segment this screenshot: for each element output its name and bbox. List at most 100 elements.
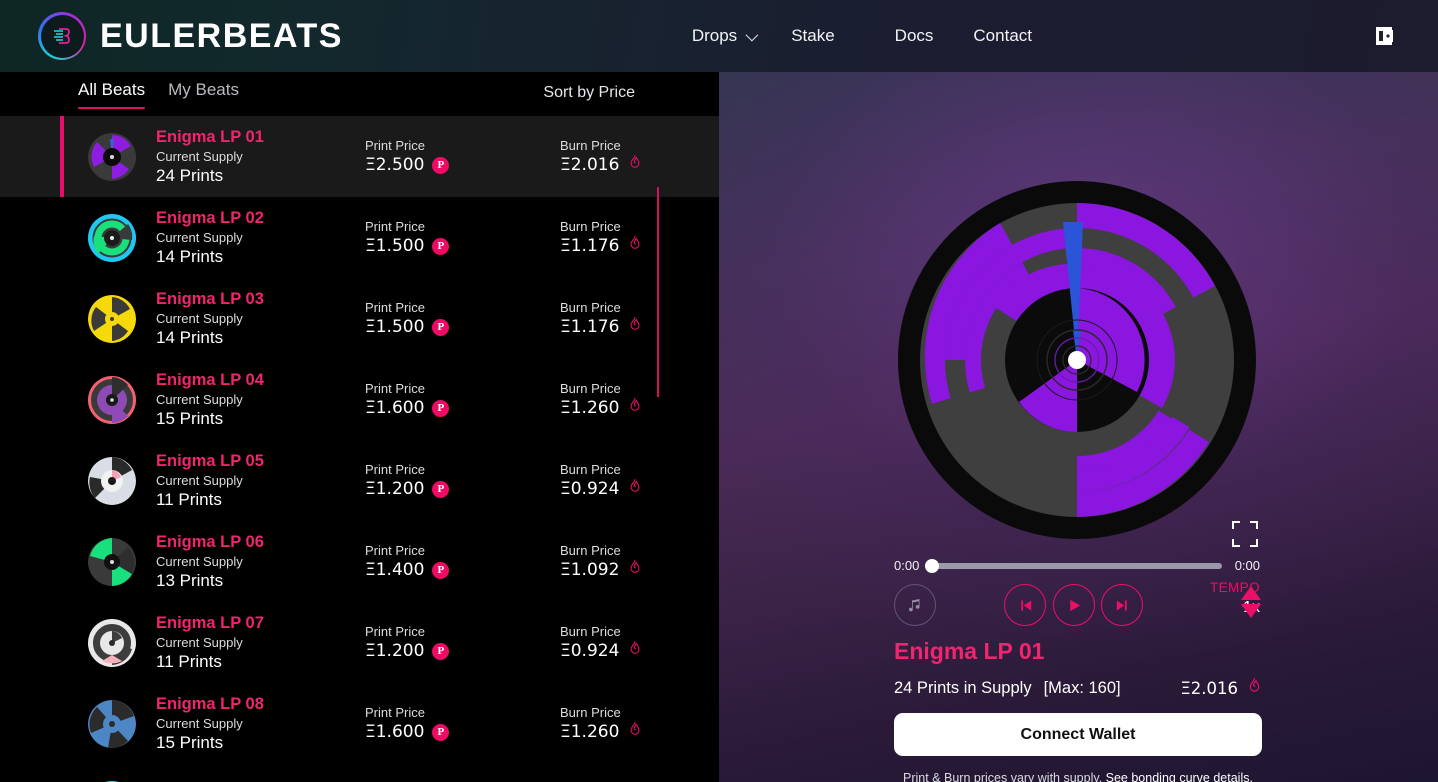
- fullscreen-icon[interactable]: [1230, 519, 1260, 549]
- supply-label: Current Supply: [156, 229, 243, 245]
- supply-max: [Max: 160]: [1043, 678, 1121, 697]
- table-row[interactable]: Enigma LP 01 Current Supply 24 Prints Pr…: [0, 116, 719, 197]
- album-art-icon: [88, 294, 136, 343]
- play-glyph: [1069, 599, 1080, 611]
- nav-item-drops[interactable]: Drops: [691, 26, 759, 46]
- row-main: Enigma LP 04 Current Supply 15 Prints: [156, 370, 356, 430]
- skip-previous-icon[interactable]: [1004, 584, 1046, 626]
- burn-price-value: Ξ1.260: [560, 397, 642, 419]
- row-main: Enigma LP 08 Current Supply 15 Prints: [156, 694, 356, 754]
- burn-price-cell: Burn Price Ξ1.260: [560, 704, 642, 743]
- album-art-icon: [88, 213, 136, 262]
- tab-my-beats-label: My Beats: [168, 80, 239, 99]
- flame-glyph: [1249, 677, 1260, 692]
- print-price-cell: Print Price Ξ1.600 P: [365, 380, 450, 419]
- beat-title: Enigma LP 02: [156, 208, 264, 227]
- row-main: Enigma LP 06 Current Supply 13 Prints: [156, 532, 356, 592]
- flame-icon: [628, 559, 642, 581]
- total-time: 0:00: [1234, 558, 1260, 573]
- print-price-label: Print Price: [365, 138, 425, 153]
- supply-label: Current Supply: [156, 391, 243, 407]
- nav-item-contact[interactable]: Contact: [973, 26, 1032, 46]
- nav-item-stake[interactable]: Stake: [791, 26, 834, 46]
- flame-icon: [628, 640, 642, 662]
- burn-price-cell: Burn Price Ξ0.924: [560, 623, 642, 662]
- tab-my-beats[interactable]: My Beats: [168, 80, 239, 109]
- supply-label: Current Supply: [156, 472, 243, 488]
- supply-count: 24 Prints in Supply: [894, 678, 1032, 697]
- print-badge-icon: P: [432, 642, 450, 660]
- burn-price-cell: Burn Price Ξ1.260: [560, 380, 642, 419]
- print-price-value: Ξ1.600 P: [365, 721, 450, 743]
- table-row[interactable]: Enigma LP 05 Current Supply 11 Prints Pr…: [0, 440, 719, 521]
- burn-price-label: Burn Price: [560, 624, 621, 639]
- burn-price-value: Ξ1.092: [560, 559, 642, 581]
- nav-label-drops: Drops: [691, 26, 738, 45]
- supply-value: 11 Prints: [156, 489, 222, 509]
- chevron-down-icon: [745, 28, 759, 41]
- eulerbeats-app: EULERBEATS Drops Stake Docs Contact All …: [0, 0, 1438, 782]
- table-row[interactable]: Enigma LP 04 Current Supply 15 Prints Pr…: [0, 359, 719, 440]
- flame-icon: [628, 721, 642, 743]
- beat-title: Enigma LP 05: [156, 451, 264, 470]
- burn-price-value: Ξ1.176: [560, 235, 642, 257]
- print-price-cell: Print Price Ξ1.200 P: [365, 461, 450, 500]
- beat-title: Enigma LP 06: [156, 532, 264, 551]
- progress-knob[interactable]: [925, 558, 939, 573]
- burn-price-cell: Burn Price Ξ1.176: [560, 218, 642, 257]
- list-scrollbar[interactable]: [657, 187, 659, 397]
- album-art-icon: [88, 618, 136, 667]
- progress-slider[interactable]: [925, 558, 1222, 573]
- fullscreen-glyph: [1232, 521, 1258, 547]
- tab-all-beats-label: All Beats: [78, 80, 146, 99]
- play-icon[interactable]: [1053, 584, 1095, 626]
- table-row[interactable]: Enigma LP 09: [0, 764, 719, 782]
- table-row[interactable]: Enigma LP 03 Current Supply 14 Prints Pr…: [0, 278, 719, 359]
- bonding-curve-link[interactable]: See bonding curve details.: [1106, 771, 1253, 782]
- beats-list[interactable]: Enigma LP 01 Current Supply 24 Prints Pr…: [0, 116, 719, 782]
- music-note-icon[interactable]: [894, 584, 936, 626]
- print-price-label: Print Price: [365, 462, 425, 477]
- supply-value: 15 Prints: [156, 732, 224, 752]
- beat-title: Enigma LP 04: [156, 370, 264, 389]
- brand-logo[interactable]: EULERBEATS: [38, 12, 343, 60]
- table-row[interactable]: Enigma LP 06 Current Supply 13 Prints Pr…: [0, 521, 719, 602]
- supply-value: 14 Prints: [156, 246, 224, 266]
- burn-price-label: Burn Price: [560, 381, 621, 396]
- supply-label: Current Supply: [156, 148, 243, 164]
- row-main: Enigma LP 02 Current Supply 14 Prints: [156, 208, 356, 268]
- wallet-icon[interactable]: [1372, 24, 1396, 48]
- burn-price-cell: Burn Price Ξ1.092: [560, 542, 642, 581]
- supply-value: 24 Prints: [156, 165, 224, 185]
- player-burn-price-value: Ξ2.016: [1180, 678, 1238, 698]
- flame-icon: [628, 397, 642, 419]
- triangle-up-icon[interactable]: [1240, 584, 1262, 602]
- eulerbeats-logo-icon: [38, 12, 86, 60]
- sort-by-price-button[interactable]: Sort by Price: [543, 84, 635, 102]
- supply-value: 11 Prints: [156, 651, 222, 671]
- print-price-value: Ξ1.600 P: [365, 397, 450, 419]
- triangle-down-icon[interactable]: [1240, 602, 1262, 620]
- print-price-value: Ξ1.200 P: [365, 478, 450, 500]
- burn-price-value: Ξ0.924: [560, 478, 642, 500]
- nav-item-docs[interactable]: Docs: [895, 26, 934, 46]
- tempo-arrows: [1240, 584, 1262, 620]
- table-row[interactable]: Enigma LP 02 Current Supply 14 Prints Pr…: [0, 197, 719, 278]
- album-art-icon: [88, 699, 136, 748]
- skip-next-icon[interactable]: [1101, 584, 1143, 626]
- burn-price-label: Burn Price: [560, 300, 621, 315]
- burn-price-label: Burn Price: [560, 705, 621, 720]
- table-row[interactable]: Enigma LP 08 Current Supply 15 Prints Pr…: [0, 683, 719, 764]
- beat-title: Enigma LP 07: [156, 613, 264, 632]
- tab-all-beats[interactable]: All Beats: [78, 80, 146, 109]
- print-price-cell: Print Price Ξ1.600 P: [365, 704, 450, 743]
- print-price-cell: Print Price Ξ1.500 P: [365, 218, 450, 257]
- print-price-value: Ξ1.400 P: [365, 559, 450, 581]
- print-price-label: Print Price: [365, 381, 425, 396]
- print-price-cell: Print Price Ξ2.500 P: [365, 137, 450, 176]
- vinyl-record-art[interactable]: [897, 180, 1257, 540]
- table-row[interactable]: Enigma LP 07 Current Supply 11 Prints Pr…: [0, 602, 719, 683]
- connect-wallet-button[interactable]: Connect Wallet: [894, 713, 1262, 756]
- supply-value: 14 Prints: [156, 327, 224, 347]
- print-badge-icon: P: [432, 723, 450, 741]
